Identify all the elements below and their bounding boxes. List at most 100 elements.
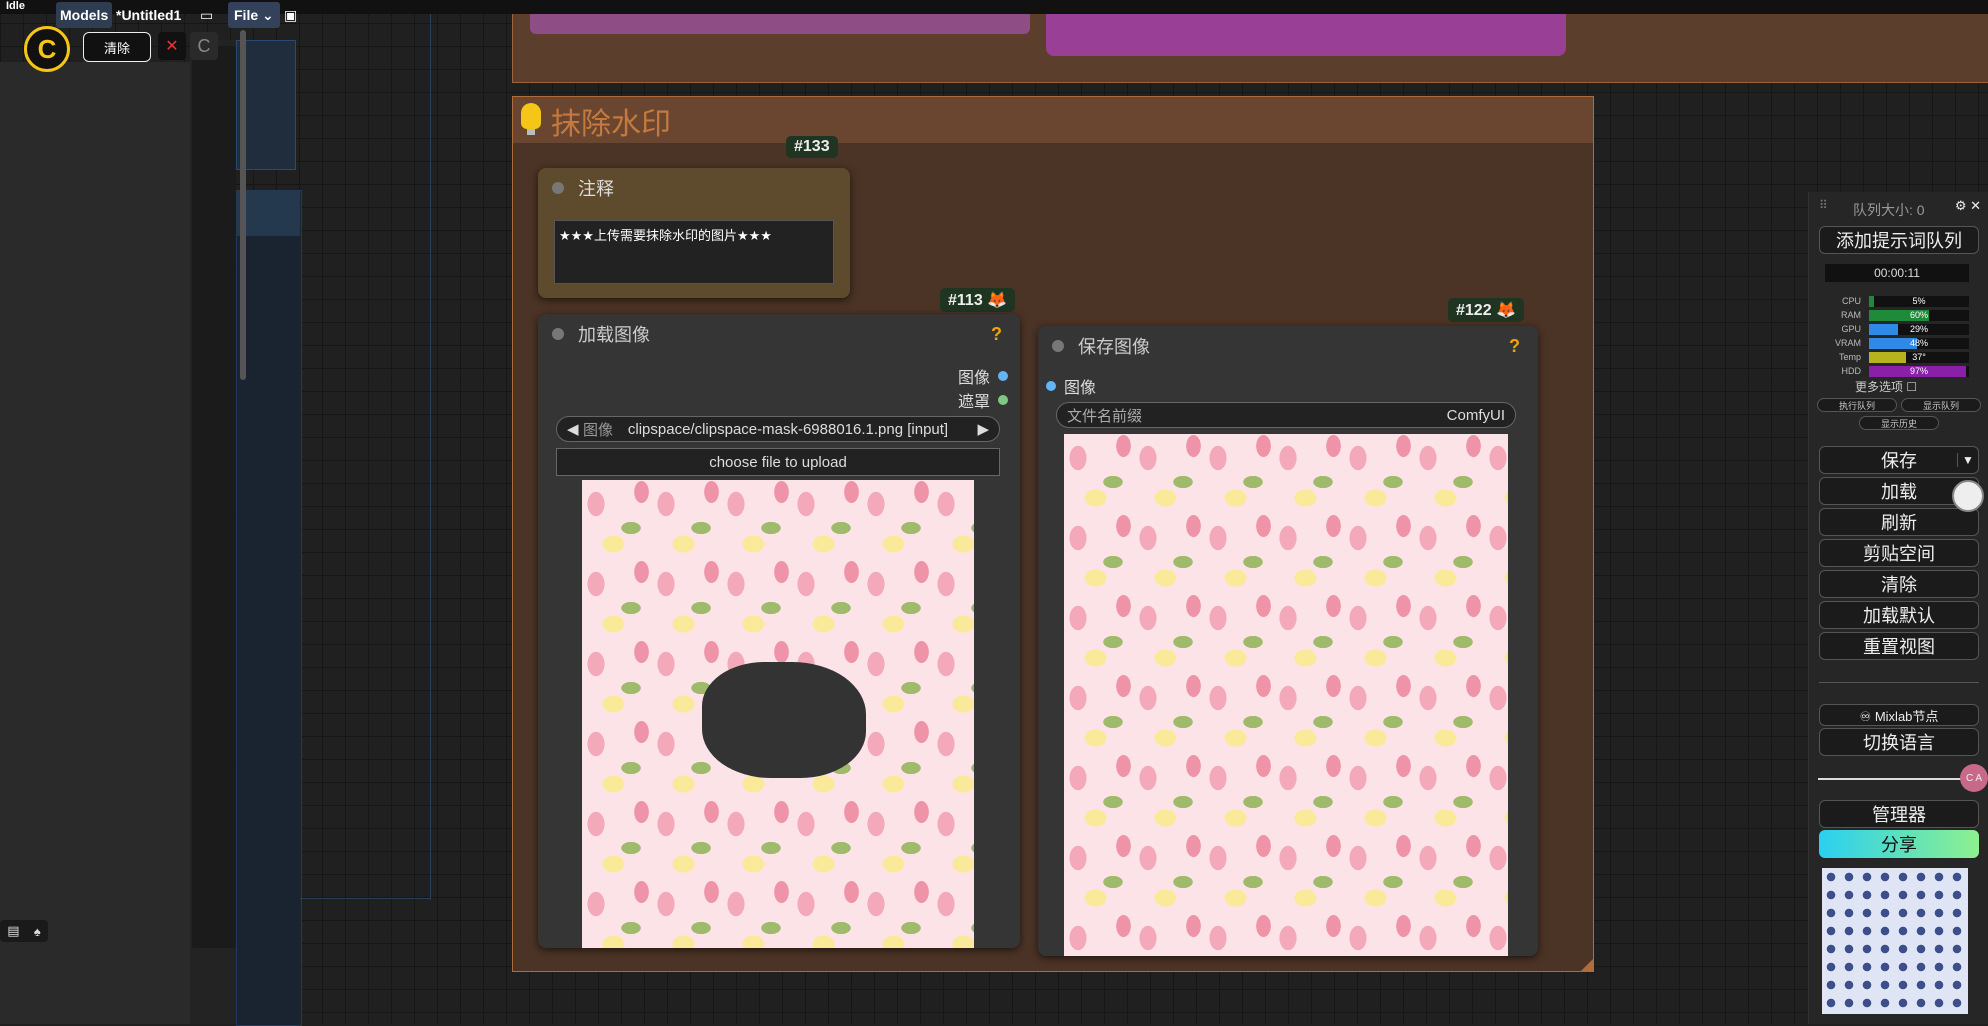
port-dot-image[interactable]	[998, 371, 1008, 381]
sidebar-cell[interactable]	[192, 232, 236, 266]
show-queue-button[interactable]: 显示队列	[1901, 398, 1981, 412]
sidebar-cell[interactable]	[192, 449, 236, 483]
collapse-dot[interactable]	[552, 182, 564, 194]
canvas-line	[300, 898, 430, 899]
sidebar-cell[interactable]	[192, 759, 236, 793]
input-image[interactable]: 图像	[1046, 374, 1096, 398]
slider[interactable]	[1818, 778, 1968, 780]
sidebar-cell[interactable]	[192, 325, 236, 359]
sidebar-cell[interactable]	[192, 201, 236, 235]
sidebar-cell[interactable]	[192, 821, 236, 855]
resize-handle[interactable]	[1581, 959, 1593, 971]
sidebar-cell[interactable]	[192, 263, 236, 297]
node-header[interactable]: 注释	[538, 168, 850, 208]
sidebar-cell[interactable]	[192, 604, 236, 638]
sidebar-cell[interactable]	[192, 697, 236, 731]
divider	[1819, 682, 1979, 683]
gear-icon[interactable]: ⚙	[1955, 198, 1967, 213]
sidebar-cell[interactable]	[192, 294, 236, 328]
stat-value: 29%	[1909, 324, 1928, 334]
close-icon[interactable]: ✕	[1970, 198, 1981, 213]
document-icon[interactable]: ▤	[7, 923, 19, 939]
sidebar-cell[interactable]	[192, 77, 236, 111]
save-image-node[interactable]: 保存图像 ? 图像 文件名前缀 ComfyUI	[1038, 326, 1538, 956]
sidebar-cell[interactable]	[192, 883, 236, 917]
output-mask[interactable]: 遮罩	[958, 388, 1008, 412]
sidebar-cell[interactable]	[192, 635, 236, 669]
models-button[interactable]: Models	[56, 2, 113, 28]
upload-button[interactable]: choose file to upload	[556, 448, 1000, 476]
file-menu-label: File	[234, 7, 259, 23]
clipspace-button[interactable]: 剪贴空间	[1819, 539, 1979, 567]
file-menu[interactable]: File ⌄	[228, 2, 280, 28]
slider-handle[interactable]: C A	[1960, 764, 1988, 792]
arrow-left-icon[interactable]: ◀	[567, 420, 579, 438]
sidebar-cell[interactable]	[192, 387, 236, 421]
sidebar-cell[interactable]	[192, 914, 236, 948]
sidebar-cell[interactable]	[192, 139, 236, 173]
filename-prefix-field[interactable]: 文件名前缀 ComfyUI	[1056, 402, 1516, 428]
help-icon[interactable]: ?	[1509, 336, 1520, 357]
workflow-title[interactable]: *Untitled1	[116, 2, 181, 28]
view-history-button[interactable]: 显示历史	[1859, 416, 1939, 430]
queue-prompt-button[interactable]: 添加提示词队列	[1819, 226, 1979, 254]
sidebar-cell[interactable]	[192, 728, 236, 762]
clear-button[interactable]: 清除	[83, 32, 151, 62]
sidebar-cell[interactable]	[192, 852, 236, 886]
stat-row: RAM 60%	[1825, 310, 1969, 322]
drag-handle-icon[interactable]: ⠿	[1819, 198, 1828, 212]
load-default-button[interactable]: 加载默认	[1819, 601, 1979, 629]
port-dot-image[interactable]	[1046, 381, 1056, 391]
note-textarea[interactable]: ★★★上传需要抹除水印的图片★★★	[554, 220, 834, 284]
port-dot-mask[interactable]	[998, 395, 1008, 405]
collapse-dot[interactable]	[1052, 340, 1064, 352]
arrow-right-icon[interactable]: ▶	[977, 420, 989, 438]
avatar[interactable]	[1952, 480, 1984, 512]
sidebar-cell[interactable]	[192, 108, 236, 142]
group-header[interactable]: 抹除水印	[513, 97, 1593, 143]
close-icon[interactable]: ✕	[158, 32, 186, 60]
image-select[interactable]: ◀ 图像 clipspace/clipspace-mask-6988016.1.…	[556, 416, 1000, 442]
pin-icon[interactable]: ♠	[34, 924, 41, 939]
image-icon[interactable]: ▭	[200, 2, 213, 28]
sidebar-cell[interactable]	[192, 790, 236, 824]
sidebar-cell[interactable]	[192, 573, 236, 607]
checkbox-icon[interactable]: ☐	[1906, 380, 1917, 394]
help-icon[interactable]: ?	[991, 324, 1002, 345]
sidebar-cell[interactable]	[192, 480, 236, 514]
sidebar-cell[interactable]	[192, 542, 236, 576]
switch-language-button[interactable]: 切换语言	[1819, 728, 1979, 756]
canvas-line	[430, 0, 431, 900]
scrollbar[interactable]	[240, 30, 246, 380]
thumbnail-image	[1822, 868, 1968, 1014]
stat-row: VRAM 48%	[1825, 338, 1969, 350]
c-button[interactable]: C	[190, 32, 218, 60]
group-title: 抹除水印	[551, 108, 671, 141]
collapse-dot[interactable]	[552, 328, 564, 340]
node-header[interactable]: 保存图像	[1038, 326, 1538, 366]
load-image-node[interactable]: 加载图像 ? 图像 遮罩 ◀ 图像 clipspace/clipspace-ma…	[538, 314, 1020, 948]
more-options[interactable]: 更多选项 ☐	[1855, 378, 1917, 395]
save-icon[interactable]: ▣	[284, 2, 297, 28]
sidebar-cell[interactable]	[192, 511, 236, 545]
chevron-down-icon[interactable]: ▼	[1957, 453, 1978, 467]
sidebar-cell[interactable]	[192, 356, 236, 390]
app-logo[interactable]: C	[24, 26, 70, 72]
bottom-toolbar[interactable]: ▤ ♠	[0, 920, 48, 942]
node-header[interactable]: 加载图像	[538, 314, 1020, 354]
sidebar-cell[interactable]	[192, 666, 236, 700]
clear-button[interactable]: 清除	[1819, 570, 1979, 598]
save-button[interactable]: 保存 ▼	[1819, 446, 1979, 474]
view-queue-button[interactable]: 执行队列	[1817, 398, 1897, 412]
share-button[interactable]: 分享	[1819, 830, 1979, 858]
panel-icons: ⚙ ✕	[1955, 198, 1981, 214]
sidebar-cell[interactable]	[192, 418, 236, 452]
refresh-button[interactable]: 刷新	[1819, 508, 1979, 536]
mixlab-button[interactable]: ♾ Mixlab节点	[1819, 704, 1979, 726]
note-node[interactable]: 注释 ★★★上传需要抹除水印的图片★★★	[538, 168, 850, 298]
output-image[interactable]: 图像	[958, 364, 1008, 388]
manager-button[interactable]: 管理器	[1819, 800, 1979, 828]
sidebar-cell[interactable]	[192, 170, 236, 204]
node-title: 注释	[578, 179, 614, 199]
reset-view-button[interactable]: 重置视图	[1819, 632, 1979, 660]
